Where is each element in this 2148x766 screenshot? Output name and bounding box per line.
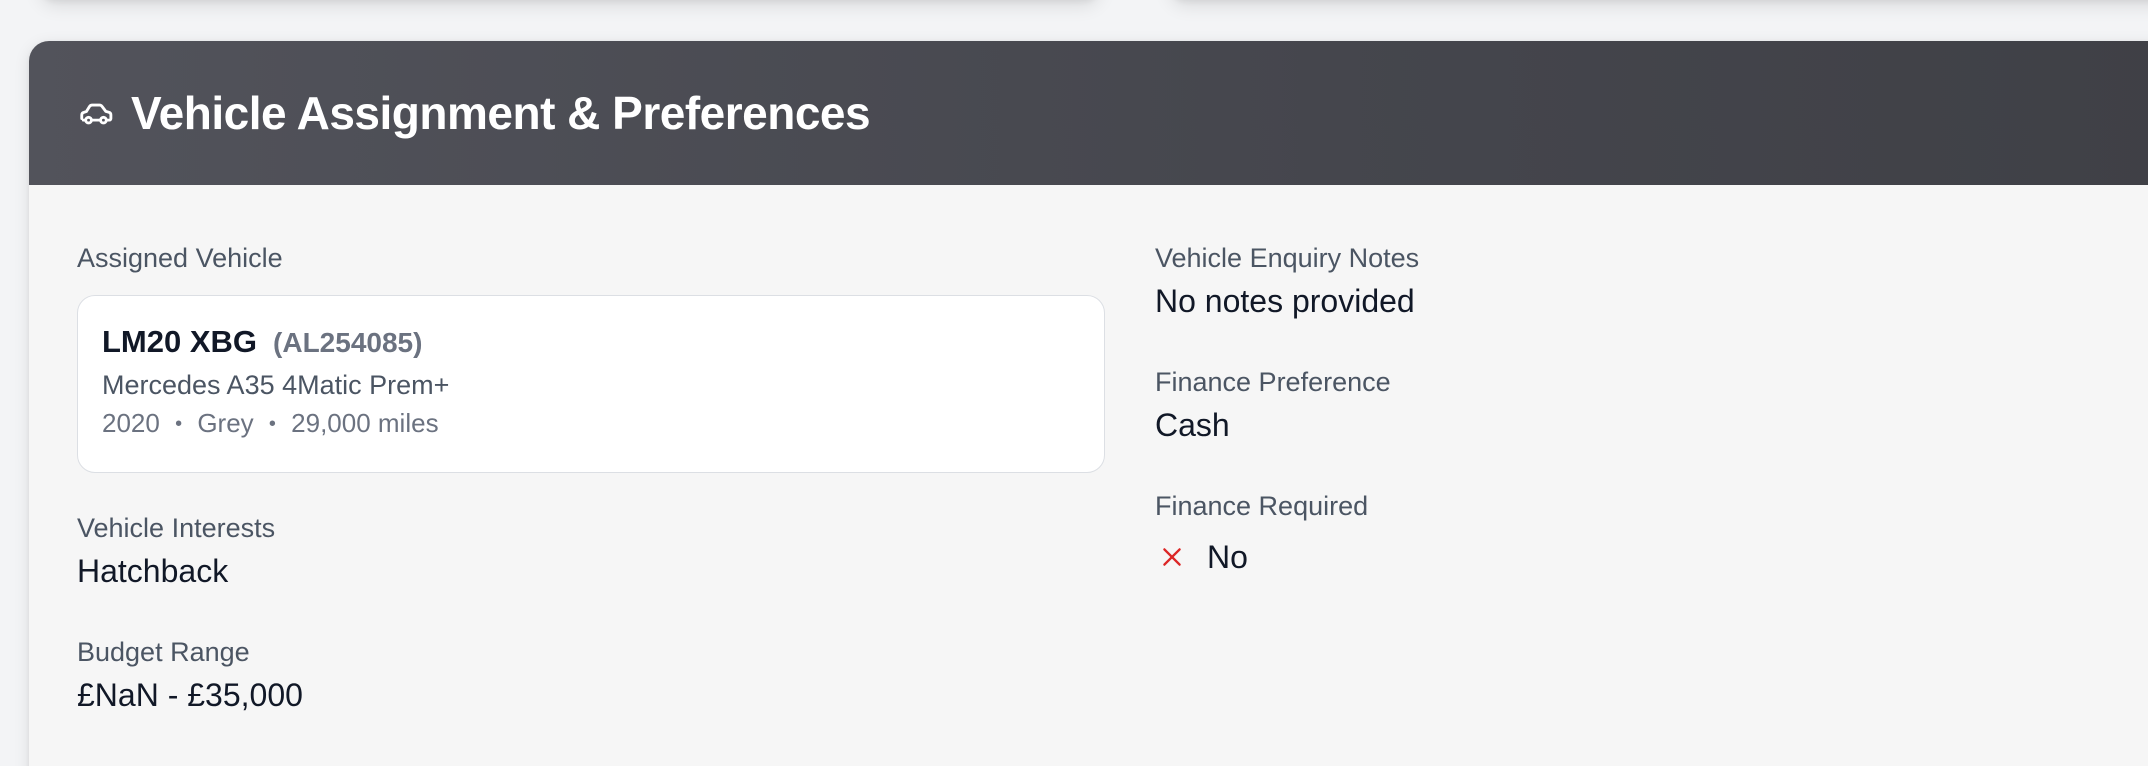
assigned-vehicle-section: Assigned Vehicle LM20 XBG (AL254085) Mer… [77,241,1107,473]
vehicle-enquiry-notes-value: No notes provided [1155,283,1415,319]
vehicle-interests-section: Vehicle Interests Hatchback [77,511,1107,591]
page: Vehicle Assignment & Preferences Assigne… [0,0,2148,766]
vehicle-mileage: 29,000 miles [291,408,439,438]
finance-required-value: No [1207,539,1248,575]
right-column: Vehicle Enquiry Notes No notes provided … [1155,241,2055,621]
panel-header: Vehicle Assignment & Preferences [29,41,2148,185]
budget-range-value: £NaN - £35,000 [77,677,303,713]
assigned-vehicle-card[interactable]: LM20 XBG (AL254085) Mercedes A35 4Matic … [77,295,1105,473]
car-icon [77,94,115,132]
left-column: Assigned Vehicle LM20 XBG (AL254085) Mer… [77,241,1107,759]
separator-dot: • [268,413,276,435]
vehicle-assignment-panel: Vehicle Assignment & Preferences Assigne… [29,41,2148,766]
separator-dot: • [175,413,183,435]
finance-required-status: No [1155,537,2055,577]
vehicle-interests-label: Vehicle Interests [77,513,276,543]
vehicle-year: 2020 [102,408,160,438]
finance-preference-value: Cash [1155,407,1230,443]
vehicle-enquiry-notes-label: Vehicle Enquiry Notes [1155,243,1420,273]
panel-title: Vehicle Assignment & Preferences [131,87,871,139]
vehicle-stock-number: (AL254085) [273,327,423,358]
vehicle-colour: Grey [197,408,254,438]
budget-range-section: Budget Range £NaN - £35,000 [77,635,1107,715]
vehicle-meta: 2020 • Grey • 29,000 miles [102,406,1080,441]
vehicle-enquiry-notes-section: Vehicle Enquiry Notes No notes provided [1155,241,2055,321]
finance-preference-label: Finance Preference [1155,367,1391,397]
x-icon [1159,544,1185,570]
vehicle-registration: LM20 XBG [102,324,258,359]
vehicle-model: Mercedes A35 4Matic Prem+ [102,370,450,400]
budget-range-label: Budget Range [77,637,250,667]
finance-required-section: Finance Required No [1155,489,2055,577]
vehicle-heading: LM20 XBG (AL254085) [102,324,1080,360]
finance-required-label: Finance Required [1155,491,1369,521]
finance-preference-section: Finance Preference Cash [1155,365,2055,445]
assigned-vehicle-label: Assigned Vehicle [77,243,283,273]
vehicle-interests-value: Hatchback [77,553,229,589]
